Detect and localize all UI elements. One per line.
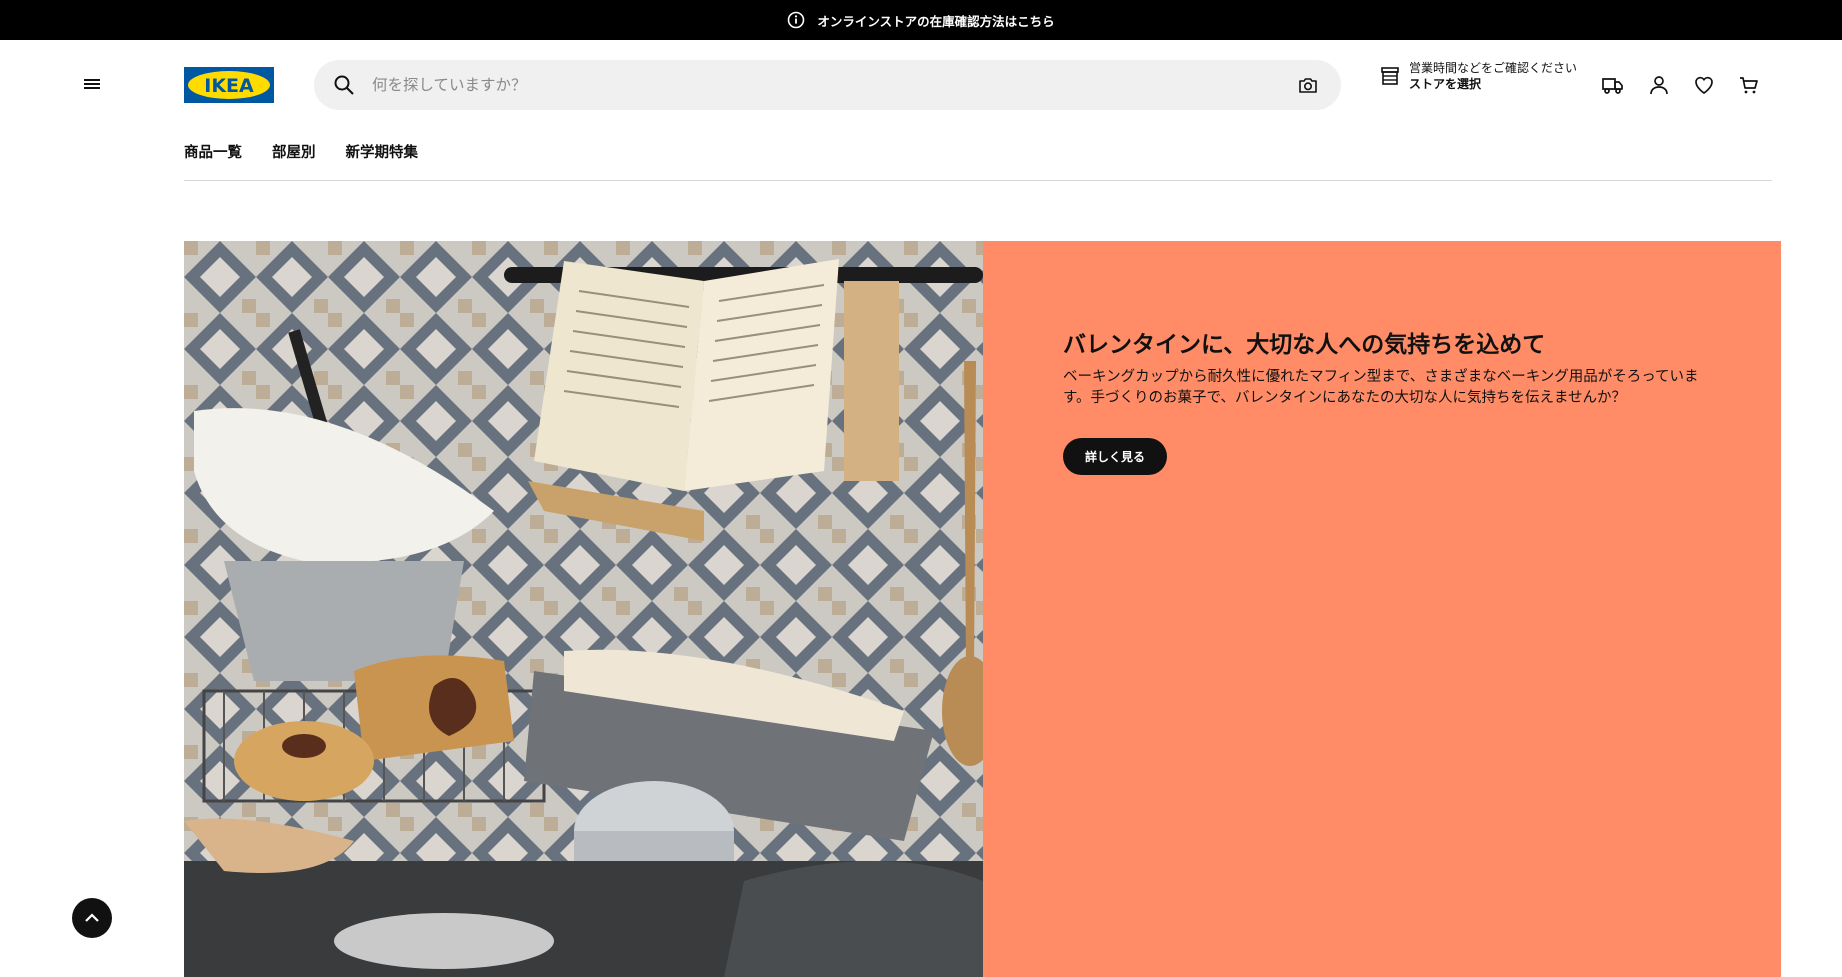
search-input[interactable] [372, 76, 1297, 94]
info-icon [788, 11, 805, 29]
scroll-to-top-button[interactable] [72, 898, 112, 938]
hero-title: バレンタインに、大切な人への気持ちを込めて [1063, 332, 1546, 358]
store-selector[interactable]: 営業時間などをご確認ください ストアを選択 [1379, 60, 1577, 92]
camera-search-icon[interactable] [1297, 74, 1319, 96]
logo-text: IKEA [204, 75, 254, 97]
store-icon [1381, 67, 1399, 85]
wishlist-heart-icon[interactable] [1692, 73, 1716, 97]
menu-hamburger-icon[interactable] [80, 76, 104, 92]
nav-item-products[interactable]: 商品一覧 [184, 141, 242, 162]
delivery-truck-icon[interactable] [1601, 73, 1625, 97]
announcement-bar[interactable]: オンラインストアの在庫確認方法はこちら [0, 0, 1842, 40]
announcement-text[interactable]: オンラインストアの在庫確認方法はこちら [817, 11, 1054, 30]
search-icon[interactable] [332, 73, 356, 97]
hero-description: ベーキングカップから耐久性に優れたマフィン型まで、さまざまなベーキング用品がそろ… [1063, 369, 1699, 406]
nav-divider [184, 180, 1772, 181]
hero-panel: バレンタインに、大切な人への気持ちを込めて ベーキングカップから耐久性に優れたマ… [983, 241, 1781, 977]
cart-icon[interactable] [1737, 73, 1761, 97]
account-icon[interactable] [1647, 73, 1671, 97]
hero-image[interactable] [184, 241, 983, 977]
nav-item-back-to-school[interactable]: 新学期特集 [346, 141, 419, 162]
learn-more-button[interactable]: 詳しく見る [1063, 438, 1168, 475]
baking-scene-photo [184, 241, 983, 977]
search-bar[interactable] [314, 60, 1341, 110]
nav-item-rooms[interactable]: 部屋別 [272, 141, 316, 162]
store-hours-text: 営業時間などをご確認ください [1409, 61, 1578, 75]
store-select-label[interactable]: ストアを選択 [1409, 76, 1577, 92]
chevron-up-icon [85, 913, 99, 922]
main-nav: 商品一覧 部屋別 新学期特集 [184, 141, 418, 162]
ikea-logo[interactable]: IKEA [184, 67, 274, 103]
